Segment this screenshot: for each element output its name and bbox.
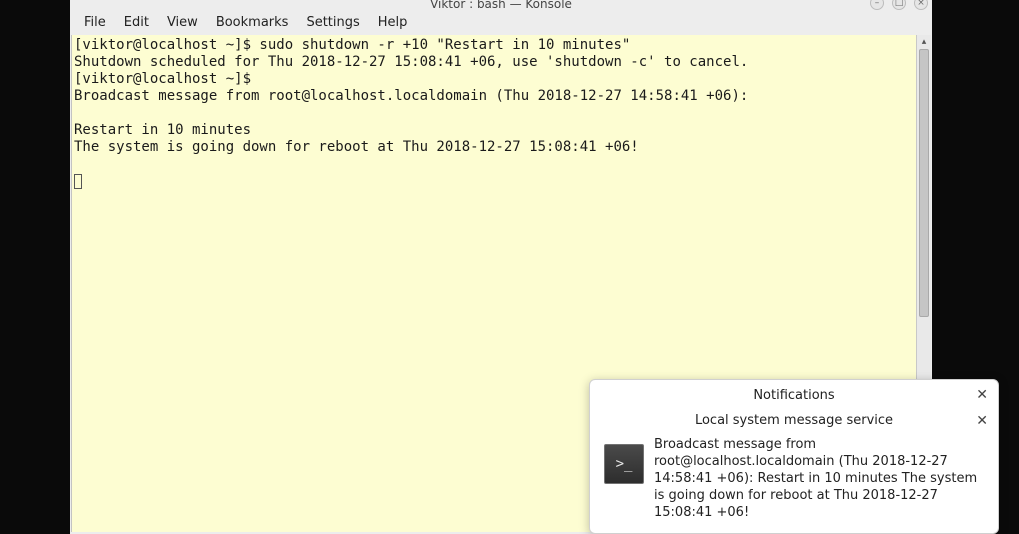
close-icon[interactable]: ✕	[976, 387, 988, 403]
minimize-button[interactable]: –	[870, 0, 884, 10]
notification-title: Notifications	[753, 388, 834, 403]
scroll-up-arrow[interactable]: ▴	[917, 35, 931, 49]
menubar: File Edit View Bookmarks Settings Help	[70, 10, 932, 35]
menu-help[interactable]: Help	[370, 13, 416, 32]
maximize-button[interactable]: □	[892, 0, 906, 10]
notification-popup: Notifications ✕ Local system message ser…	[589, 379, 999, 534]
terminal-icon: >_	[604, 444, 644, 484]
window-controls: – □ ×	[870, 0, 928, 10]
close-button[interactable]: ×	[914, 0, 928, 10]
menu-settings[interactable]: Settings	[298, 13, 367, 32]
titlebar: Viktor : bash — Konsole – □ ×	[70, 0, 932, 10]
window-title: Viktor : bash — Konsole	[70, 0, 932, 11]
menu-bookmarks[interactable]: Bookmarks	[208, 13, 297, 32]
notification-text: Broadcast message from root@localhost.lo…	[654, 436, 984, 521]
cursor	[74, 174, 82, 189]
menu-file[interactable]: File	[76, 13, 114, 32]
notification-source: Local system message service	[695, 413, 893, 428]
notification-header: Notifications ✕	[590, 380, 998, 409]
notification-subheader: Local system message service ✕	[590, 409, 998, 434]
close-icon[interactable]: ✕	[976, 413, 988, 429]
menu-edit[interactable]: Edit	[116, 13, 157, 32]
menu-view[interactable]: View	[159, 13, 206, 32]
scroll-thumb[interactable]	[919, 49, 929, 317]
notification-body: >_ Broadcast message from root@localhost…	[590, 434, 998, 527]
